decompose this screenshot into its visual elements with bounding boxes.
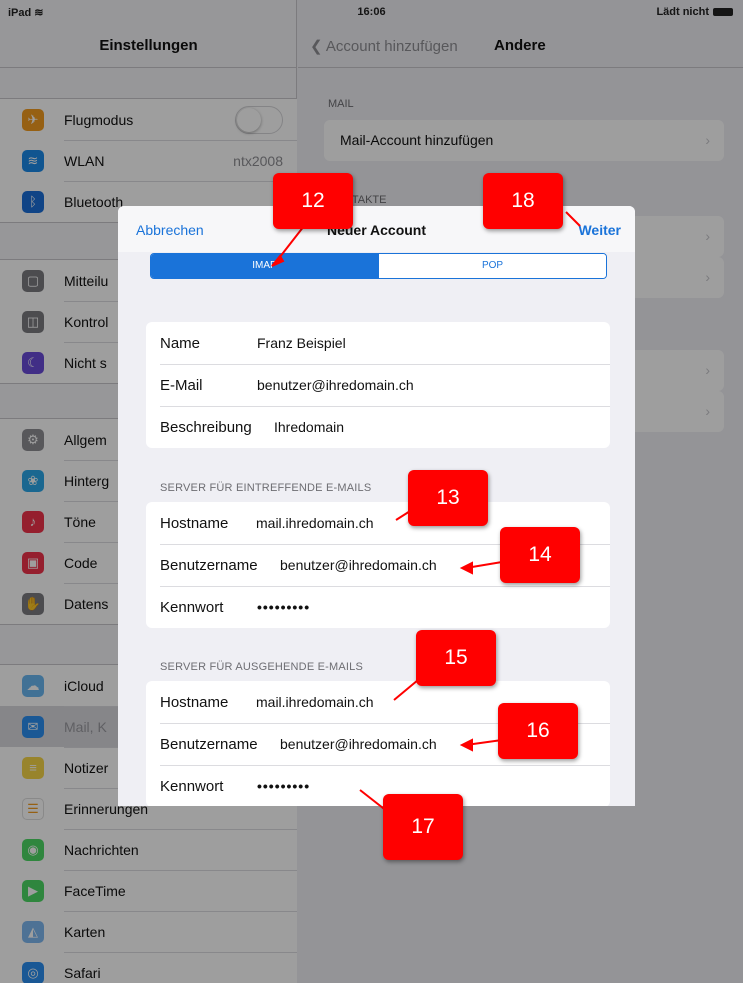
segment-pop[interactable]: POP: [378, 254, 606, 278]
email-field[interactable]: benutzer@ihredomain.ch: [257, 377, 414, 393]
callout-15: 15: [416, 630, 496, 686]
callout-17: 17: [383, 794, 463, 860]
description-label: Beschreibung: [160, 418, 252, 436]
description-field[interactable]: Ihredomain: [274, 419, 344, 435]
callout-14: 14: [500, 527, 580, 583]
name-label: Name: [160, 334, 201, 352]
outgoing-user-label: Benutzername: [160, 735, 258, 753]
incoming-host-label: Hostname: [160, 514, 229, 532]
incoming-password-label: Kennwort: [160, 598, 224, 616]
outgoing-server-section: SERVER FÜR AUSGEHENDE E-MAILS: [160, 661, 364, 673]
account-type-segmented-control: IMAP POP: [150, 253, 607, 279]
email-label: E-Mail: [160, 376, 203, 394]
ipad-screen: Einstellungen ✈ Flugmodus ≋ WLAN ntx2008 ᛒ Blu…: [0, 0, 743, 983]
callout-18: 18: [483, 173, 563, 229]
outgoing-host-field[interactable]: mail.ihredomain.ch: [256, 694, 374, 710]
outgoing-password-row[interactable]: Kennwort •••••••••: [146, 765, 610, 806]
incoming-server-section: SERVER FÜR EINTREFFENDE E-MAILS: [160, 482, 372, 494]
name-field[interactable]: Franz Beispiel: [257, 335, 346, 351]
name-row[interactable]: Name Franz Beispiel: [146, 322, 610, 364]
callout-16: 16: [498, 703, 578, 759]
incoming-password-row[interactable]: Kennwort •••••••••: [146, 586, 610, 628]
incoming-user-label: Benutzername: [160, 556, 258, 574]
outgoing-password-label: Kennwort: [160, 777, 224, 795]
callout-12: 12: [273, 173, 353, 229]
account-info-group: Name Franz Beispiel E-Mail benutzer@ihre…: [146, 322, 610, 448]
outgoing-password-field[interactable]: •••••••••: [257, 778, 310, 794]
outgoing-host-label: Hostname: [160, 693, 229, 711]
callout-13: 13: [408, 470, 488, 526]
outgoing-user-field[interactable]: benutzer@ihredomain.ch: [280, 736, 437, 752]
segment-imap[interactable]: IMAP: [151, 254, 378, 278]
description-row[interactable]: Beschreibung Ihredomain: [146, 406, 610, 448]
email-row[interactable]: E-Mail benutzer@ihredomain.ch: [146, 364, 610, 406]
incoming-user-field[interactable]: benutzer@ihredomain.ch: [280, 557, 437, 573]
next-button[interactable]: Weiter: [578, 222, 621, 238]
incoming-host-field[interactable]: mail.ihredomain.ch: [256, 515, 374, 531]
incoming-password-field[interactable]: •••••••••: [257, 599, 310, 615]
